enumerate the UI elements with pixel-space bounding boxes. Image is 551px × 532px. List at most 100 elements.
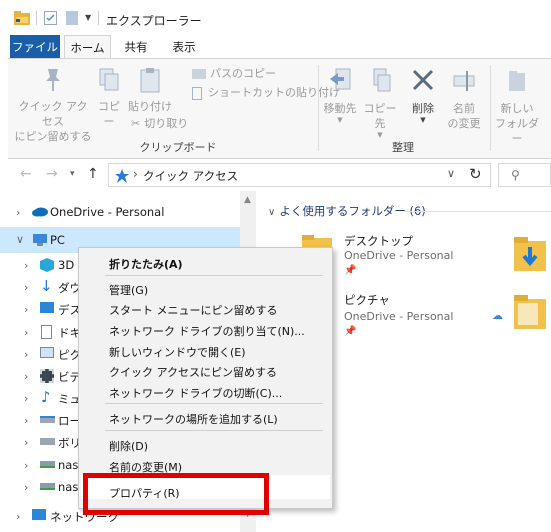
chevron-right-icon[interactable]: › [16,206,20,219]
search-input[interactable]: ⚲ [498,163,551,187]
drive-icon [40,438,55,445]
chevron-right-icon[interactable]: › [24,326,28,339]
back-arrow-icon[interactable]: ← [20,166,32,182]
delete-button[interactable]: 削除 ▼ [406,67,440,124]
window-title: エクスプローラー [106,14,202,28]
chevron-down-icon: ▼ [377,131,383,139]
ribbon: クイック アクセス にピン留めする コピー 貼り付け パスのコピー ショートカッ… [8,58,551,159]
up-arrow-icon[interactable]: ↑ [87,166,99,182]
new-folder-label-2: フォルダー [495,117,539,145]
chevron-right-icon[interactable]: › [24,459,28,472]
star-icon [115,169,129,183]
nav-item-onedrive[interactable]: › OneDrive - Personal [0,199,256,225]
menu-item-manage[interactable]: 管理(G) [109,282,148,298]
chevron-down-icon[interactable]: ∨ [447,167,455,180]
breadcrumb-chevron-icon: › [133,167,138,181]
nav-label: 3D [58,258,75,272]
folder-icon[interactable] [514,295,546,331]
paste-shortcut-label: ショートカットの貼り付け [208,86,340,99]
folder-location: OneDrive - Personal [344,249,454,262]
copy-button[interactable]: コピー [94,67,124,129]
copy-path-button[interactable]: パスのコピー [192,67,276,81]
chevron-right-icon[interactable]: › [24,370,28,383]
chevron-down-icon: ▼ [420,116,426,124]
cut-button[interactable]: ✂ 切り取り [131,117,188,131]
section-divider [404,211,551,212]
refresh-icon[interactable]: ↻ [469,165,482,183]
move-to-button[interactable]: 移動先 ▼ [322,67,358,124]
chevron-right-icon[interactable]: › [16,510,20,523]
tab-share[interactable]: 共有 [117,35,155,59]
cloud-icon [32,207,48,217]
tab-home[interactable]: ホーム [64,35,111,59]
new-folder-quick-icon[interactable] [66,11,78,25]
menu-item-map-network-drive[interactable]: ネットワーク ドライブの割り当て(N)... [109,323,305,339]
network-drive-icon [40,483,55,490]
address-bar[interactable]: › クイック アクセス ∨ ↻ [108,163,491,187]
nav-label: OneDrive - Personal [50,205,165,219]
copy-to-button[interactable]: コピー先 ▼ [360,67,400,139]
clipboard-group-label: クリップボード [139,141,217,154]
menu-separator [105,275,323,276]
paste-label: 貼り付け [128,100,172,113]
menu-item-disconnect-network-drive[interactable]: ネットワーク ドライブの切断(C)... [109,385,282,401]
document-icon [41,325,52,339]
delete-label: 削除 [412,102,434,115]
film-icon [40,369,54,383]
new-folder-button[interactable]: 新しい フォルダー [492,67,542,146]
recent-chevron-icon[interactable]: ▾ [70,169,75,179]
chevron-right-icon[interactable]: › [24,414,28,427]
pin-icon [46,69,60,91]
tab-view[interactable]: 表示 [165,35,203,59]
paste-button[interactable]: 貼り付け [128,67,172,114]
nav-label: PC [50,233,65,247]
rename-label-1: 名前 [453,102,475,115]
folder-location: OneDrive - Personal [344,310,454,323]
network-drive-icon [40,461,55,468]
drive-icon [40,416,55,423]
copy-path-label: パスのコピー [210,67,276,80]
rename-button[interactable]: 名前 の変更 [444,67,484,131]
new-folder-label-1: 新しい [500,102,534,115]
chevron-down-icon[interactable]: ∨ [16,233,24,246]
menu-item-pin-to-start[interactable]: スタート メニューにピン留めする [109,302,278,318]
menu-item-pin-quick-access[interactable]: クイック アクセスにピン留めする [109,364,277,380]
chevron-right-icon[interactable]: › [24,259,28,272]
download-folder-icon[interactable] [514,237,546,273]
chevron-down-icon: ∨ [268,207,276,218]
frequent-folders-header[interactable]: ∨ よく使用するフォルダー (6) [268,203,551,219]
properties-icon[interactable] [44,11,57,25]
explorer-window: ▼ エクスプローラー ファイル ホーム 共有 表示 クイック アクセス にピン留… [0,0,551,532]
highlight-box [83,473,269,515]
cube-icon [40,258,54,272]
menu-item-open-new-window[interactable]: 新しいウィンドウで開く(E) [109,344,246,360]
chevron-right-icon[interactable]: › [24,436,28,449]
delete-x-icon [412,69,434,91]
chevron-right-icon[interactable]: › [24,303,28,316]
group-separator [490,65,491,151]
copy-to-label: コピー先 [363,102,397,130]
breadcrumb[interactable]: クイック アクセス [143,168,238,184]
cloud-status-icon: ☁ [492,309,503,322]
chevron-right-icon[interactable]: › [24,281,28,294]
rename-icon [453,71,475,91]
music-note-icon: ♪ [41,388,51,406]
menu-separator [105,403,323,404]
chevron-down-icon[interactable]: ▼ [85,13,91,22]
forward-arrow-icon[interactable]: → [46,166,58,182]
folder-name: デスクトップ [344,234,413,248]
menu-item-delete[interactable]: 削除(D) [109,438,148,454]
divider [36,11,37,25]
tab-file[interactable]: ファイル [10,35,60,59]
chevron-right-icon[interactable]: › [24,348,28,361]
pin-label-1: クイック アクセス [18,100,88,128]
title-bar: ▼ エクスプローラー [0,0,551,34]
scroll-up-arrow-icon[interactable]: ▲ [244,195,251,205]
menu-item-collapse[interactable]: 折りたたみ(A) [109,256,183,272]
folder-name: ピクチャ [344,293,390,307]
pin-to-quick-access-button[interactable]: クイック アクセス にピン留めする [14,67,92,144]
chevron-right-icon[interactable]: › [24,481,28,494]
search-icon: ⚲ [511,168,520,182]
menu-item-add-network-location[interactable]: ネットワークの場所を追加する(L) [109,411,278,427]
chevron-right-icon[interactable]: › [24,392,28,405]
